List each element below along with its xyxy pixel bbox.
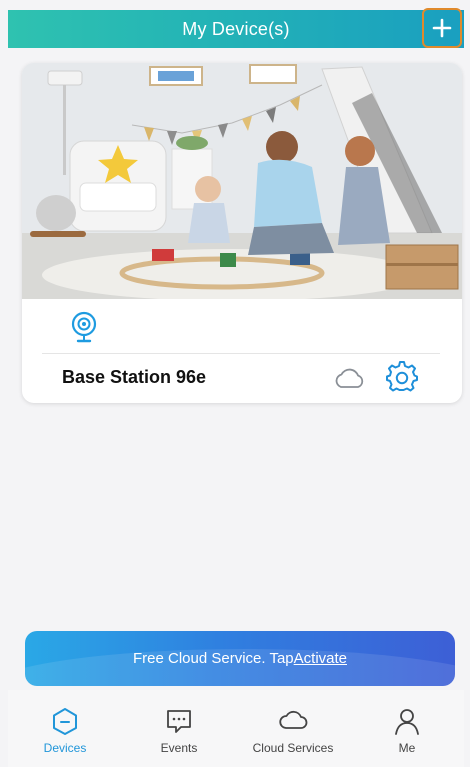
screen: My Device(s) Base Station 96e Free Cloud…	[0, 0, 470, 767]
header-bar: My Device(s)	[8, 8, 464, 48]
tab-cloud-services[interactable]: Cloud Services	[236, 690, 350, 767]
activate-link[interactable]: Activate	[294, 650, 347, 667]
devices-icon	[53, 708, 77, 735]
bottom-tab-bar: Devices Events Cloud Services Me	[8, 690, 464, 767]
card-divider	[42, 353, 440, 354]
gear-icon[interactable]	[386, 361, 418, 393]
snapshot-image	[22, 63, 462, 299]
page-title: My Device(s)	[182, 18, 290, 39]
add-device-button[interactable]	[422, 8, 462, 48]
tab-devices[interactable]: Devices	[8, 690, 122, 767]
cloud-service-banner[interactable]: Free Cloud Service. Tap Activate	[25, 631, 455, 686]
tab-devices-label: Devices	[43, 741, 87, 755]
tab-events[interactable]: Events	[122, 690, 236, 767]
events-icon	[167, 710, 191, 733]
camera-row	[22, 311, 462, 351]
tab-events-label: Events	[160, 741, 198, 755]
camera-snapshot[interactable]	[22, 63, 462, 299]
plus-icon	[432, 18, 452, 38]
tab-me[interactable]: Me	[350, 690, 464, 767]
tab-cloud-services-label: Cloud Services	[252, 741, 334, 755]
tab-me-label: Me	[398, 741, 416, 755]
device-card[interactable]: Base Station 96e	[22, 63, 462, 403]
banner-text: Free Cloud Service. Tap	[133, 650, 294, 667]
device-name: Base Station 96e	[62, 367, 207, 387]
cloud-services-icon	[279, 710, 308, 729]
camera-icon[interactable]	[70, 311, 98, 345]
cloud-icon[interactable]	[332, 365, 366, 393]
person-icon	[395, 709, 419, 735]
